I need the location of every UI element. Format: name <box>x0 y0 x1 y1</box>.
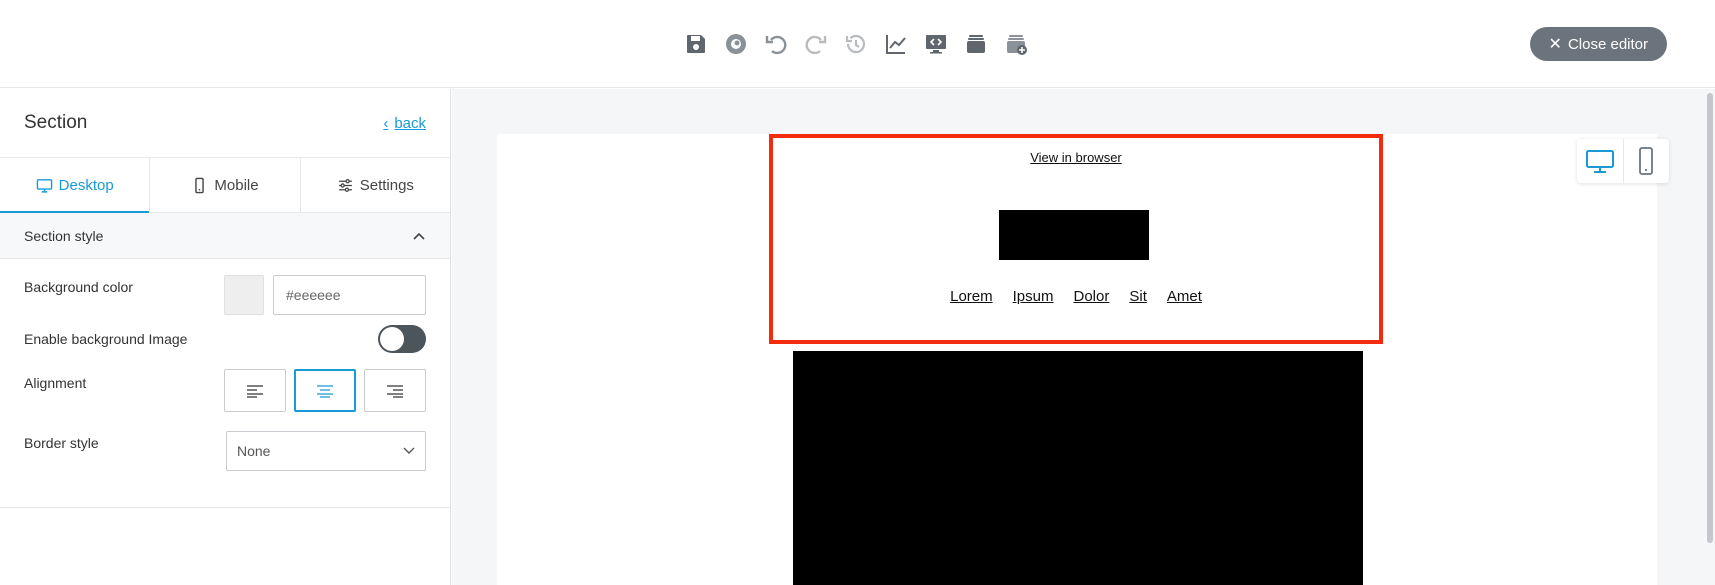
background-color-label: Background color <box>24 279 133 295</box>
align-left-button[interactable] <box>224 369 286 412</box>
device-switcher <box>1577 139 1669 183</box>
tab-desktop[interactable]: Desktop <box>0 158 151 213</box>
border-style-value: None <box>237 443 271 459</box>
border-style-label: Border style <box>24 435 99 451</box>
background-color-row: Background color <box>24 275 426 315</box>
history-icon <box>845 34 866 54</box>
view-in-browser-link[interactable]: View in browser <box>773 150 1379 165</box>
align-right-icon <box>387 384 403 398</box>
close-editor-label: Close editor <box>1567 35 1648 53</box>
enable-bg-image-label: Enable background Image <box>24 331 188 347</box>
sidebar-title: Section <box>24 112 88 133</box>
desktop-icon <box>36 178 52 193</box>
canvas-scrollbar[interactable] <box>1705 89 1715 585</box>
nav-link-dolor[interactable]: Dolor <box>1074 288 1110 305</box>
sidebar-header: Section ‹ back <box>0 89 450 157</box>
layers-icon <box>967 35 985 53</box>
desktop-view-button[interactable] <box>1577 139 1624 183</box>
color-swatch[interactable] <box>224 275 264 315</box>
logo-placeholder[interactable] <box>999 210 1149 260</box>
tab-settings-label: Settings <box>359 176 414 194</box>
nav-link-sit[interactable]: Sit <box>1129 288 1147 305</box>
close-icon: ✕ <box>1548 36 1562 53</box>
properties-sidebar: Section ‹ back Desktop Mobile Settings S… <box>0 89 451 585</box>
mobile-icon <box>195 177 205 193</box>
add-layer-button[interactable] <box>1000 28 1032 60</box>
toggle-knob <box>380 327 404 351</box>
section-style-header[interactable]: Section style <box>0 213 450 259</box>
align-center-icon <box>317 384 333 398</box>
save-button[interactable] <box>680 28 712 60</box>
layers-button[interactable] <box>960 28 992 60</box>
alignment-row: Alignment <box>24 369 426 412</box>
close-editor-button[interactable]: ✕ Close editor <box>1529 27 1667 61</box>
preview-button[interactable] <box>720 28 752 60</box>
align-left-icon <box>247 384 263 398</box>
background-color-controls <box>224 275 426 315</box>
history-button[interactable] <box>840 28 872 60</box>
enable-bg-image-row: Enable background Image <box>24 325 426 353</box>
chart-icon <box>886 35 906 54</box>
border-style-row: Border style None <box>24 431 426 471</box>
undo-button[interactable] <box>760 28 792 60</box>
border-style-select[interactable]: None <box>226 431 426 471</box>
add-layer-icon <box>1007 35 1027 55</box>
chevron-down-icon <box>403 447 415 454</box>
nav-link-ipsum[interactable]: Ipsum <box>1013 288 1054 305</box>
tab-mobile[interactable]: Mobile <box>150 158 301 212</box>
alignment-group <box>224 369 426 412</box>
tab-desktop-label: Desktop <box>58 176 114 194</box>
back-link[interactable]: ‹ back <box>383 115 426 132</box>
scrollbar-thumb[interactable] <box>1707 93 1713 543</box>
nav-link-amet[interactable]: Amet <box>1167 288 1202 305</box>
email-canvas: View in browser Lorem Ipsum Dolor Sit Am… <box>452 89 1715 585</box>
redo-button[interactable] <box>800 28 832 60</box>
device-tabs: Desktop Mobile Settings <box>0 157 450 213</box>
analytics-button[interactable] <box>880 28 912 60</box>
desktop-icon <box>1585 150 1614 173</box>
nav-links: Lorem Ipsum Dolor Sit Amet <box>773 288 1379 305</box>
chevron-up-icon <box>413 232 425 240</box>
nav-link-lorem[interactable]: Lorem <box>950 288 993 305</box>
email-preview: View in browser Lorem Ipsum Dolor Sit Am… <box>497 134 1657 585</box>
editor-toolbar <box>680 28 1032 60</box>
redo-icon <box>805 35 827 55</box>
tab-mobile-label: Mobile <box>214 176 259 194</box>
mobile-view-button[interactable] <box>1624 139 1670 183</box>
code-view-button[interactable] <box>920 28 952 60</box>
hero-image-placeholder[interactable] <box>793 351 1363 585</box>
sliders-icon <box>338 178 352 192</box>
selected-header-section[interactable]: View in browser Lorem Ipsum Dolor Sit Am… <box>769 134 1383 344</box>
tab-settings[interactable]: Settings <box>301 158 450 212</box>
mobile-icon <box>1639 147 1654 175</box>
chevron-left-icon: ‹ <box>383 114 389 132</box>
undo-icon <box>765 35 787 55</box>
alignment-label: Alignment <box>24 375 87 391</box>
preview-icon <box>726 34 746 54</box>
section-style-title: Section style <box>24 227 104 244</box>
align-right-button[interactable] <box>364 369 426 412</box>
background-color-input[interactable] <box>273 275 426 315</box>
top-bar: ✕ Close editor <box>0 0 1715 88</box>
save-icon <box>687 35 705 53</box>
enable-bg-image-toggle[interactable] <box>378 325 426 353</box>
code-icon <box>926 35 946 54</box>
section-style-form: Background color Enable background Image… <box>0 259 450 508</box>
back-label: back <box>394 114 426 132</box>
align-center-button[interactable] <box>294 369 356 412</box>
